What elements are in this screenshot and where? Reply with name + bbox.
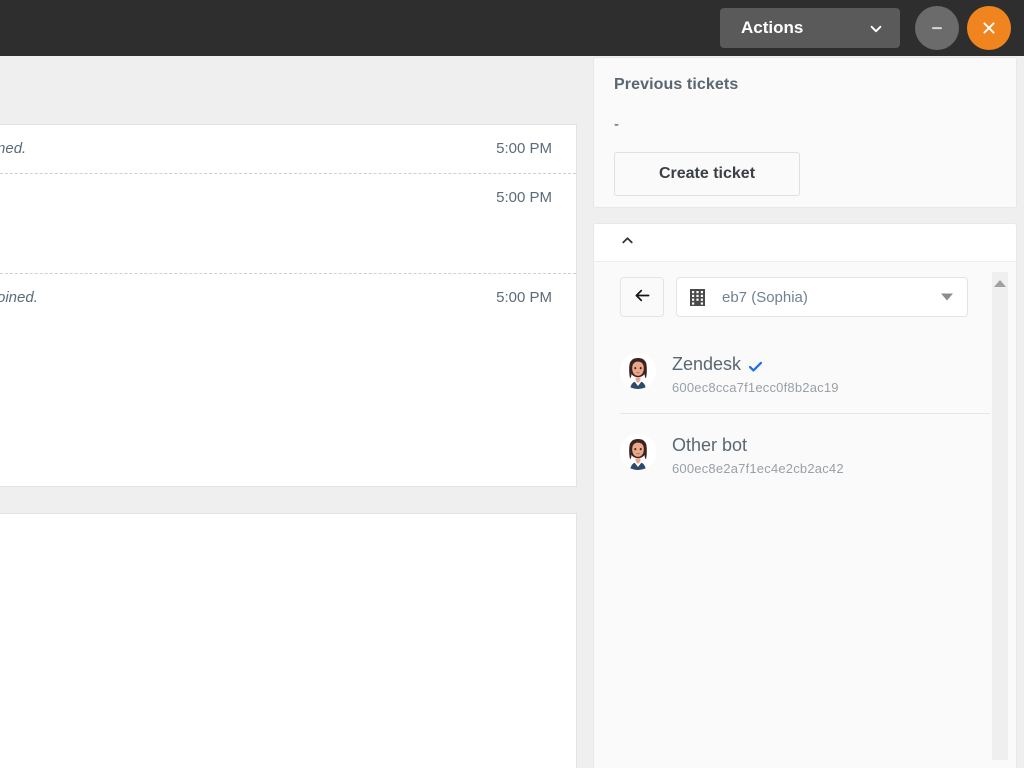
- close-icon: [979, 18, 999, 38]
- organization-select-value: eb7 (Sophia): [722, 289, 808, 306]
- bots-panel: eb7 (Sophia): [593, 223, 1017, 768]
- message-composer: Emoji Rating: [0, 513, 577, 768]
- actions-dropdown-button[interactable]: Actions: [720, 8, 900, 48]
- create-ticket-button[interactable]: Create ticket: [614, 152, 800, 196]
- bot-list-scrollbar[interactable]: [992, 272, 1008, 760]
- org-selector-row: eb7 (Sophia): [594, 262, 1016, 317]
- bot-name: Zendesk: [672, 353, 741, 375]
- chat-message-time: 5:00 PM: [476, 139, 552, 159]
- chevron-down-icon: [869, 21, 883, 35]
- back-button[interactable]: [620, 277, 664, 317]
- bot-list-item[interactable]: Zendesk 600ec8cca7f1ecc0f8b2ac19: [620, 339, 990, 413]
- chat-message-time: 5:00 PM: [476, 288, 552, 308]
- close-button[interactable]: [967, 6, 1011, 50]
- chat-composer-gap: [0, 487, 577, 513]
- organization-select[interactable]: eb7 (Sophia): [676, 277, 968, 317]
- bot-list-item[interactable]: Other bot 600ec8e2a7f1ec4e2cb2ac42: [620, 413, 990, 494]
- chevron-up-icon: [620, 233, 635, 253]
- caret-down-icon: [941, 294, 953, 301]
- arrow-left-icon: [632, 285, 653, 309]
- previous-tickets-card: Previous tickets - Create ticket: [593, 57, 1017, 208]
- bot-id: 600ec8e2a7f1ec4e2cb2ac42: [672, 461, 844, 476]
- right-sidebar: Previous tickets - Create ticket: [593, 56, 1024, 768]
- bots-panel-body: eb7 (Sophia): [594, 262, 1016, 768]
- bot-name-row: Other bot: [672, 434, 844, 456]
- woman-avatar: [620, 353, 656, 389]
- scroll-up-arrow-icon[interactable]: [994, 280, 1006, 287]
- chat-message-row: joined. 5:00 PM: [0, 125, 576, 174]
- actions-dropdown-label: Actions: [741, 18, 803, 38]
- building-icon: [689, 288, 706, 307]
- bots-panel-collapse-toggle[interactable]: [594, 224, 1016, 262]
- chat-message-row: 5:00 PM: [0, 174, 576, 274]
- minimize-icon: [927, 18, 947, 38]
- chat-message-row: s joined. 5:00 PM: [0, 274, 576, 322]
- previous-tickets-title: Previous tickets: [614, 76, 996, 94]
- verified-check-icon: [748, 357, 763, 372]
- bot-id: 600ec8cca7f1ecc0f8b2ac19: [672, 380, 839, 395]
- bot-list: Zendesk 600ec8cca7f1ecc0f8b2ac19: [594, 339, 1016, 494]
- chat-system-message: joined.: [0, 139, 26, 159]
- bot-name: Other bot: [672, 434, 747, 456]
- bot-info: Other bot 600ec8e2a7f1ec4e2cb2ac42: [672, 434, 844, 476]
- chat-system-message: s joined.: [0, 288, 38, 308]
- message-input[interactable]: [0, 514, 576, 768]
- chat-header-spacer: [0, 56, 577, 124]
- chat-transcript: joined. 5:00 PM 5:00 PM s joined. 5:00 P…: [0, 124, 577, 487]
- message-input-area[interactable]: [0, 514, 576, 768]
- bot-info: Zendesk 600ec8cca7f1ecc0f8b2ac19: [672, 353, 839, 395]
- app-window: Actions joined. 5:00 PM 5:00: [0, 0, 1024, 768]
- minimize-button[interactable]: [915, 6, 959, 50]
- chat-message-time: 5:00 PM: [476, 188, 552, 208]
- woman-avatar: [620, 434, 656, 470]
- previous-tickets-value: -: [614, 120, 996, 130]
- chat-column: joined. 5:00 PM 5:00 PM s joined. 5:00 P…: [0, 56, 577, 768]
- window-titlebar: Actions: [0, 0, 1024, 56]
- bot-name-row: Zendesk: [672, 353, 839, 375]
